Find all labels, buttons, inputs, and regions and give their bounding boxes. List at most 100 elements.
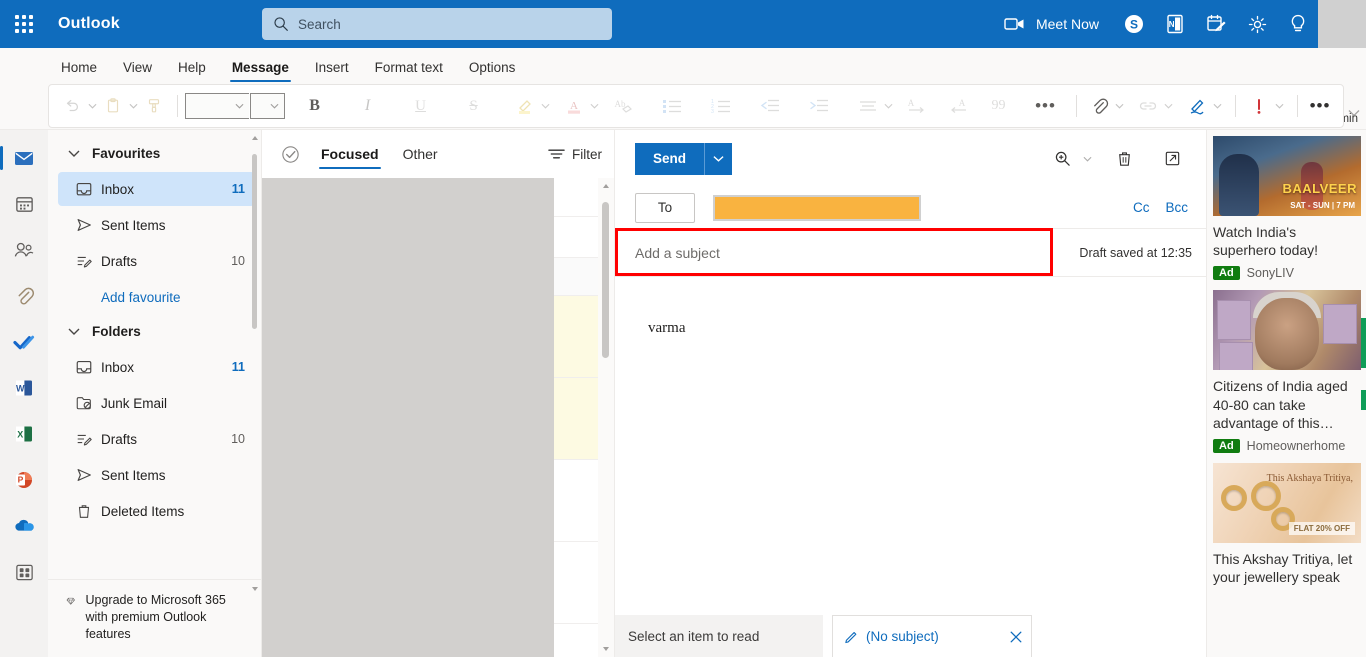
ad-image-1[interactable]: BAALVEER SAT - SUN | 7 PM [1213,136,1361,216]
font-name-select[interactable] [185,93,250,119]
ad-title-1[interactable]: Watch India's superhero today! [1213,223,1360,259]
signature-dropdown[interactable] [1213,103,1222,109]
more-formatting-button[interactable]: ••• [1031,91,1061,121]
italic-button[interactable]: I [353,91,383,121]
rail-item-people[interactable] [4,232,44,268]
quote-button[interactable]: 99 [984,91,1014,121]
rail-item-excel[interactable]: X [4,416,44,452]
pivot-other[interactable]: Other [391,130,450,178]
folder-item-favourite-sent[interactable]: Sent Items [58,208,255,242]
rail-item-mail[interactable] [0,140,44,176]
ribbon-expand-button[interactable] [1348,104,1360,122]
rail-item-all-apps[interactable] [4,554,44,590]
scroll-up-arrow[interactable] [598,178,614,194]
folder-item-drafts[interactable]: Drafts 10 [58,422,255,456]
filter-button[interactable]: Filter [548,147,602,162]
folder-pane-scrollbar[interactable] [250,132,259,595]
draft-tab[interactable]: (No subject) [832,615,1032,657]
tab-message[interactable]: Message [219,60,302,82]
favourites-group-header[interactable]: Favourites [48,136,261,170]
to-recipient-redacted[interactable] [713,194,921,221]
rail-item-files[interactable] [4,278,44,314]
folders-group-header[interactable]: Folders [48,314,261,348]
message-list-scrollbar[interactable] [598,178,614,657]
font-color-button[interactable]: A [559,91,589,121]
close-icon[interactable] [1009,630,1023,644]
ad-title-2[interactable]: Citizens of India aged 40-80 can take ad… [1213,377,1360,432]
underline-button[interactable]: U [406,91,436,121]
folder-item-junk[interactable]: Junk Email [58,386,255,420]
popout-button[interactable] [1156,143,1188,175]
to-field-label[interactable]: To [635,192,695,223]
scroll-up-arrow[interactable] [250,132,259,144]
upgrade-promo[interactable]: Upgrade to Microsoft 365 with premium Ou… [48,579,261,657]
tab-options[interactable]: Options [456,60,529,82]
search-input[interactable] [298,16,602,32]
rail-item-todo[interactable] [4,324,44,360]
add-favourite-link[interactable]: Add favourite [48,280,261,314]
scroll-thumb[interactable] [252,154,257,329]
folder-item-favourite-inbox[interactable]: Inbox 11 [58,172,255,206]
undo-button[interactable] [57,91,87,121]
zoom-dropdown[interactable] [1080,156,1094,162]
meet-now-button[interactable]: Meet Now [1036,0,1113,48]
folder-item-deleted[interactable]: Deleted Items [58,494,255,528]
message-body-text[interactable]: varma [635,302,1186,337]
highlight-button[interactable] [510,91,540,121]
folder-item-favourite-drafts[interactable]: Drafts 10 [58,244,255,278]
highlight-dropdown[interactable] [541,103,550,109]
strikethrough-button[interactable]: S [459,91,489,121]
send-options-dropdown[interactable] [704,142,733,175]
subject-input[interactable] [615,229,1068,276]
importance-button[interactable] [1244,91,1274,121]
tab-insert[interactable]: Insert [302,60,362,82]
attach-dropdown[interactable] [1115,103,1124,109]
align-dropdown[interactable] [884,103,893,109]
discard-button[interactable] [1108,143,1140,175]
increase-indent-button[interactable] [804,91,834,121]
ads-scroll-indicator-1[interactable] [1361,318,1366,368]
ad-card-2[interactable]: Citizens of India aged 40-80 can take ad… [1213,290,1361,453]
search-box[interactable] [262,8,612,40]
ad-card-3[interactable]: This Akshaya Tritiya, FLAT 20% OFF This … [1213,462,1361,586]
format-painter-button[interactable] [139,91,169,121]
rail-item-calendar[interactable] [4,186,44,222]
signature-button[interactable] [1182,91,1212,121]
tasks-icon[interactable] [1195,0,1237,48]
align-button[interactable] [853,91,883,121]
rail-item-word[interactable]: W [4,370,44,406]
rail-item-onedrive[interactable] [4,508,44,544]
onenote-icon[interactable]: N [1155,0,1195,48]
tips-lightbulb-icon[interactable] [1278,0,1318,48]
link-button[interactable] [1133,91,1163,121]
cc-button[interactable]: Cc [1133,200,1150,215]
importance-dropdown[interactable] [1275,103,1284,109]
undo-dropdown[interactable] [88,103,97,109]
link-dropdown[interactable] [1164,103,1173,109]
decrease-indent-button[interactable] [755,91,785,121]
overflow-button[interactable]: ••• [1305,91,1335,121]
rtl-direction-button[interactable]: A [943,91,973,121]
ad-card-1[interactable]: BAALVEER SAT - SUN | 7 PM Watch India's … [1213,136,1361,281]
tab-help[interactable]: Help [165,60,219,82]
skype-icon[interactable]: S [1113,0,1155,48]
select-all-icon[interactable] [280,144,301,165]
tab-view[interactable]: View [110,60,165,82]
font-size-select[interactable] [250,93,285,119]
tab-format-text[interactable]: Format text [362,60,456,82]
paste-button[interactable] [98,91,128,121]
folder-item-inbox[interactable]: Inbox 11 [58,350,255,384]
clear-formatting-button[interactable]: Ab [608,91,638,121]
ltr-direction-button[interactable]: A [902,91,932,121]
bulleted-list-button[interactable] [657,91,687,121]
ad-title-3[interactable]: This Akshay Tritiya, let your jewellery … [1213,550,1360,586]
attach-button[interactable] [1084,91,1114,121]
bold-button[interactable]: B [300,91,330,121]
send-button[interactable]: Send [635,142,705,175]
bcc-button[interactable]: Bcc [1165,200,1188,215]
paste-dropdown[interactable] [129,103,138,109]
ad-image-3[interactable]: This Akshaya Tritiya, FLAT 20% OFF [1213,462,1361,543]
app-launcher-button[interactable] [0,0,48,48]
rail-item-powerpoint[interactable]: P [4,462,44,498]
folder-item-sent[interactable]: Sent Items [58,458,255,492]
